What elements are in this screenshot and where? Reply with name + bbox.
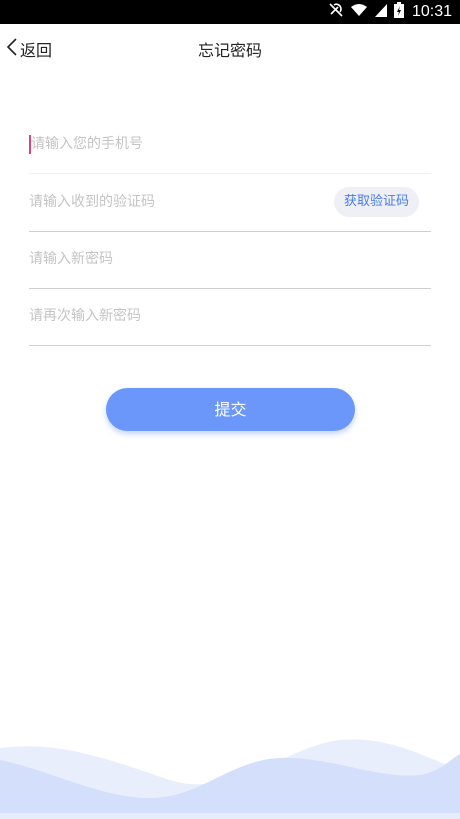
new-password-field-row (29, 231, 431, 289)
phone-input[interactable] (31, 116, 321, 172)
nav-bar: 返回 忘记密码 (0, 24, 460, 74)
confirm-password-input[interactable] (29, 288, 319, 344)
code-field-row: 获取验证码 (29, 174, 431, 232)
new-password-input[interactable] (29, 231, 319, 287)
page-title: 忘记密码 (197, 41, 262, 60)
signal-icon (374, 2, 388, 22)
get-code-button[interactable]: 获取验证码 (333, 187, 419, 217)
status-icons: 10:31 (328, 0, 452, 24)
code-input[interactable] (29, 174, 319, 230)
status-time: 10:31 (411, 3, 452, 20)
phone-field-row (29, 116, 431, 174)
battery-icon (393, 2, 404, 22)
submit-button[interactable]: 提交 (106, 388, 355, 431)
decorative-waves (0, 739, 460, 819)
confirm-password-field-row (29, 288, 431, 346)
wifi-icon (350, 2, 368, 22)
mute-icon (328, 2, 344, 22)
status-bar: 10:31 (0, 0, 460, 24)
